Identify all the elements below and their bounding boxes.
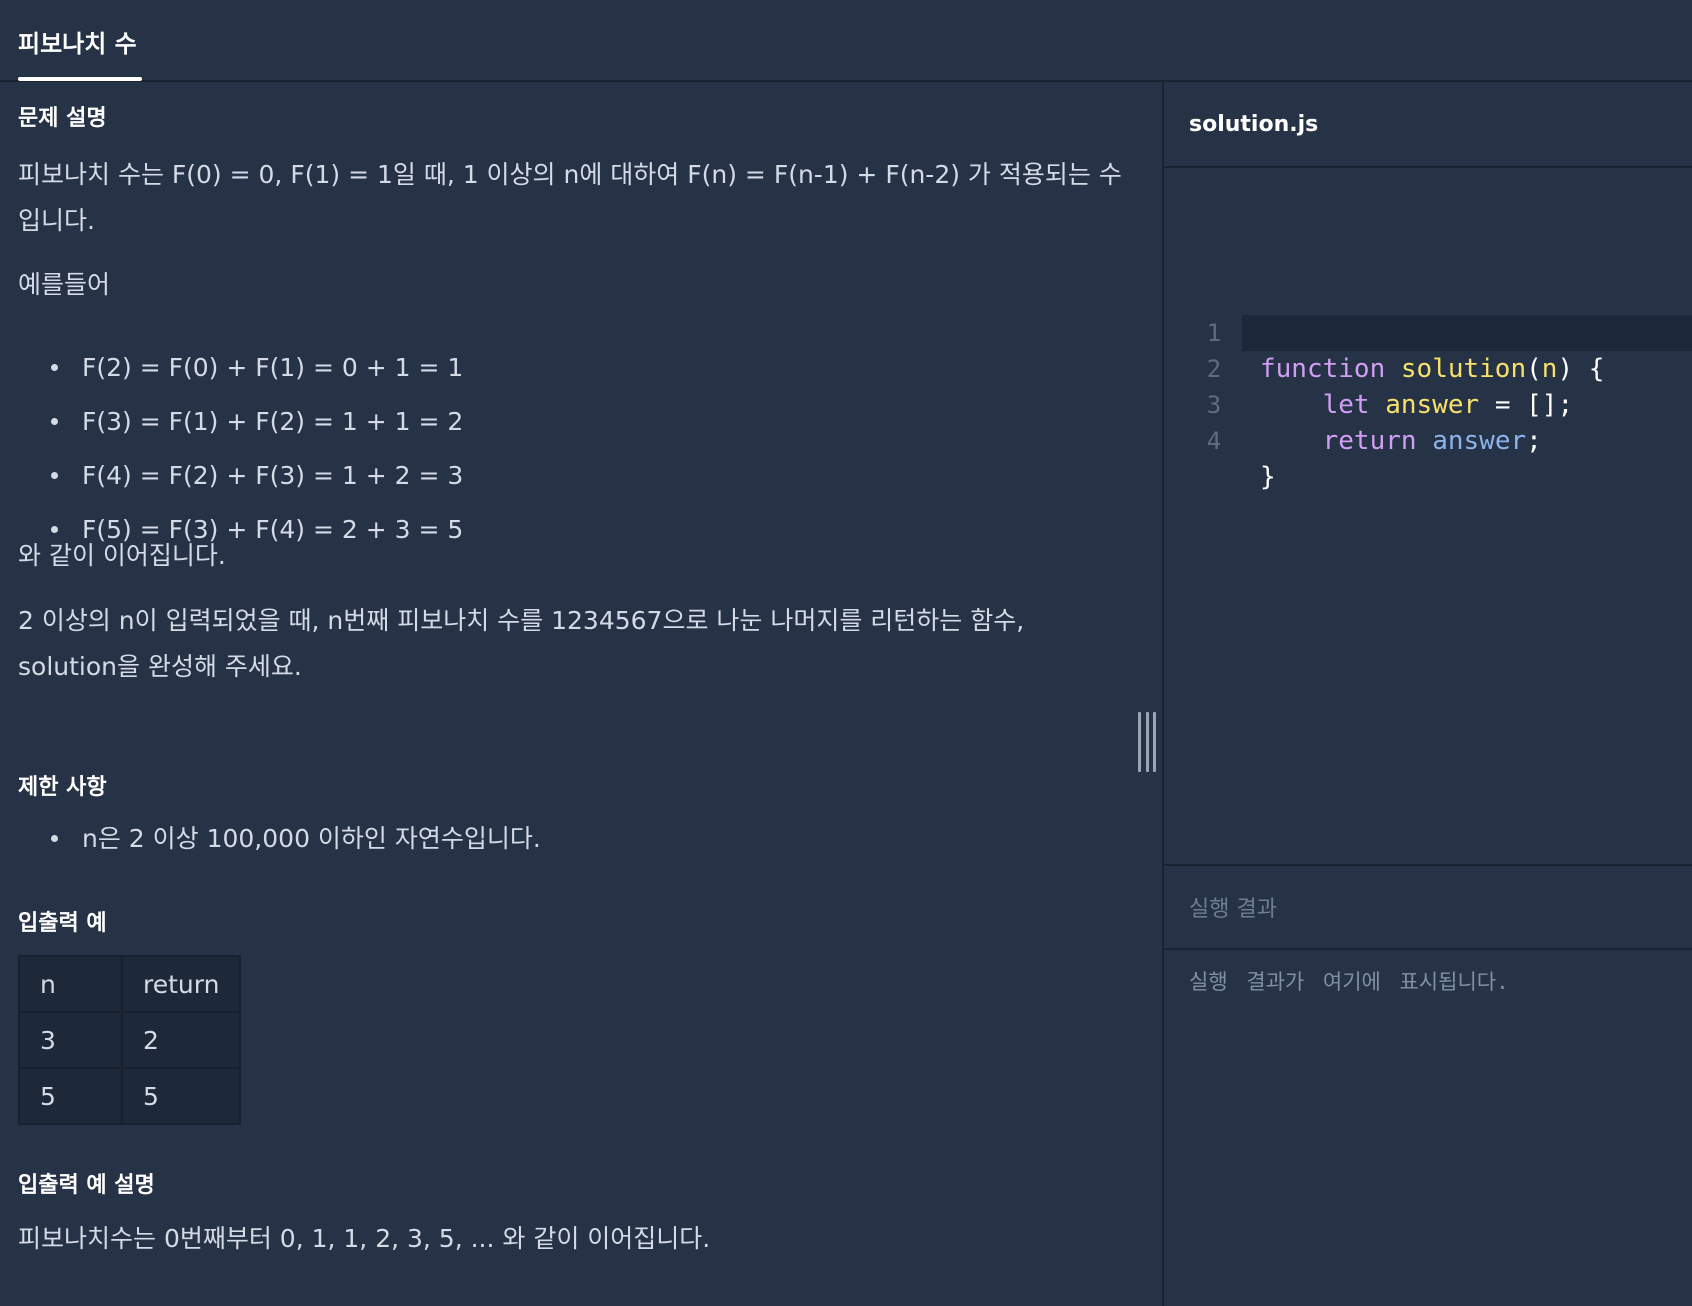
result-header: 실행 결과 (1164, 864, 1692, 950)
code-editor[interactable]: 1 function solution(n) { 2 let answer = … (1164, 168, 1692, 866)
list-item: n은 2 이상 100,000 이하인 자연수입니다. (18, 821, 541, 875)
table-cell: 3 (18, 1011, 123, 1069)
task-line-1: 2 이상의 n이 입력되었을 때, n번째 피보나치 수를 1234567으로 … (18, 606, 1025, 635)
io-example-table: n return 3 2 5 5 (18, 955, 242, 1125)
bullet-icon (51, 472, 58, 479)
table-row: 3 2 (18, 1011, 242, 1069)
bullet-icon (51, 526, 58, 533)
description-line-1: 피보나치 수는 F(0) = 0, F(1) = 1일 때, 1 이상의 n에 … (18, 160, 1122, 189)
example-intro: 예를들어 (18, 270, 111, 299)
tab-title: 피보나치 수 (18, 29, 137, 58)
line-number: 4 (1206, 427, 1222, 455)
constraints-list: n은 2 이상 100,000 이하인 자연수입니다. (18, 821, 541, 875)
table-header-row: n return (18, 955, 242, 1013)
list-item: F(4) = F(2) + F(3) = 1 + 2 = 3 (18, 458, 463, 512)
problem-description-panel: 문제 설명 피보나치 수는 F(0) = 0, F(1) = 1일 때, 1 이… (0, 82, 1162, 1306)
heading-constraints: 제한 사항 (18, 775, 107, 800)
editor-panel: solution.js 1 function solution(n) { 2 l… (1162, 82, 1692, 1306)
code-line-3: 3 return answer; (1164, 351, 1692, 456)
heading-io-explain: 입출력 예 설명 (18, 1173, 155, 1198)
code-line-1: 1 function solution(n) { (1164, 279, 1692, 384)
heading-description: 문제 설명 (18, 106, 107, 131)
result-heading: 실행 결과 (1189, 897, 1277, 922)
file-header: solution.js (1164, 82, 1692, 168)
bullet-icon (51, 835, 58, 842)
line-number: 1 (1206, 319, 1222, 347)
list-item: F(3) = F(1) + F(2) = 1 + 1 = 2 (18, 404, 463, 458)
heading-io-example: 입출력 예 (18, 911, 107, 936)
table-cell: 5 (120, 1067, 242, 1125)
table-row: 5 5 (18, 1067, 242, 1125)
tab-bar: 피보나치 수 (0, 0, 1692, 82)
filename: solution.js (1189, 111, 1319, 137)
tab-active-indicator (18, 77, 142, 81)
code-line-4: 4 } (1164, 387, 1692, 492)
table-header-n: n (18, 955, 123, 1013)
app-root: 피보나치 수 문제 설명 피보나치 수는 F(0) = 0, F(1) = 1일… (0, 0, 1692, 1306)
table-cell: 2 (120, 1011, 242, 1069)
bullet-icon (51, 418, 58, 425)
code-line-2: 2 let answer = []; (1207, 315, 1692, 420)
panel-resize-handle[interactable] (1138, 712, 1156, 772)
task-line-2: solution을 완성해 주세요. (18, 652, 302, 681)
continue-text: 와 같이 이어집니다. (18, 541, 226, 570)
list-item: F(2) = F(0) + F(1) = 0 + 1 = 1 (18, 350, 463, 404)
io-explain-text: 피보나치수는 0번째부터 0, 1, 1, 2, 3, 5, ... 와 같이 … (18, 1224, 711, 1253)
table-cell: 5 (18, 1067, 123, 1125)
bullet-icon (51, 364, 58, 371)
description-line-2: 입니다. (18, 206, 95, 235)
table-header-return: return (120, 955, 242, 1013)
tab-problem[interactable]: 피보나치 수 (18, 0, 137, 82)
result-output: 실행 결과가 여기에 표시됩니다. (1189, 970, 1509, 994)
